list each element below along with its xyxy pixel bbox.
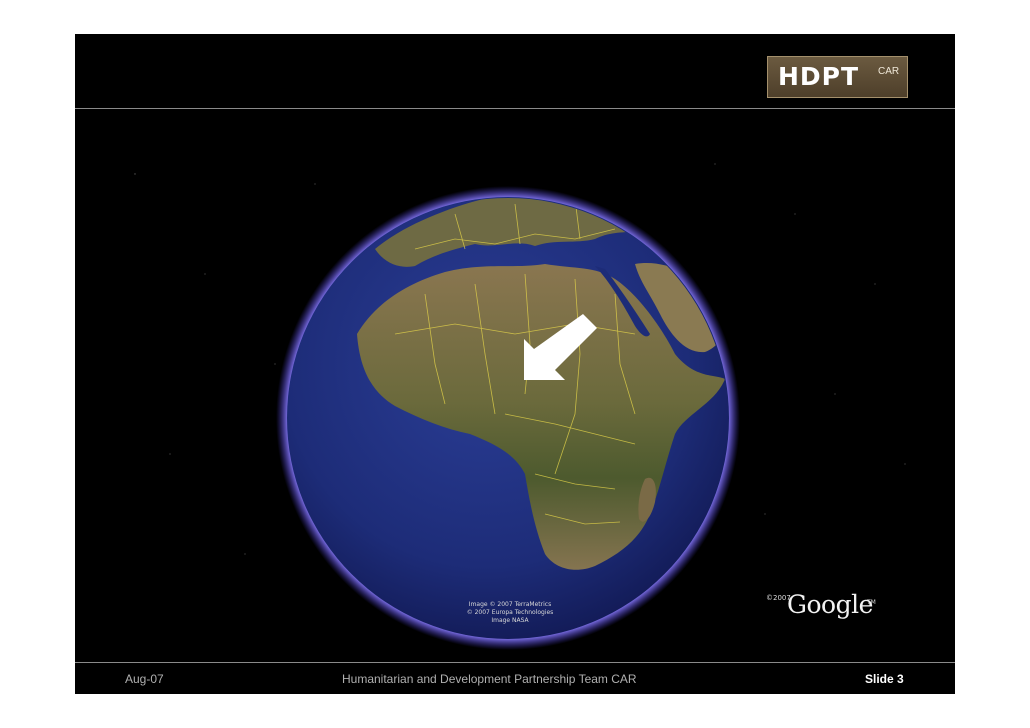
- credit-line-3: Image NASA: [491, 617, 529, 624]
- slide: HDPT CAR Image © 2007 TerraMetrics © 200…: [75, 34, 955, 694]
- google-wordmark: Google: [787, 590, 873, 619]
- credit-line-2: © 2007 Europa Technologies: [466, 609, 554, 616]
- footer-divider: [75, 662, 955, 663]
- credit-line-1: Image © 2007 TerraMetrics: [468, 601, 552, 608]
- image-credit: Image © 2007 TerraMetrics © 2007 Europa …: [435, 601, 585, 625]
- footer-date: Aug-07: [125, 672, 164, 686]
- slide-number: Slide 3: [865, 672, 904, 686]
- google-trademark: TM: [867, 599, 876, 606]
- footer-title: Humanitarian and Development Partnership…: [342, 672, 637, 686]
